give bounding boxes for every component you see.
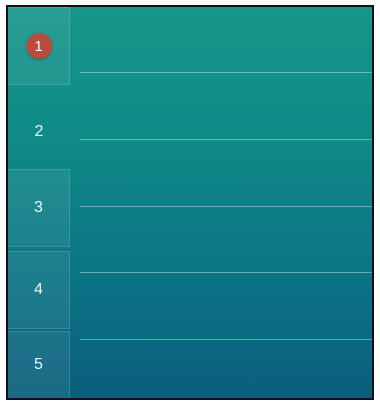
page-tab-label: 2 bbox=[34, 123, 44, 140]
row-divider bbox=[80, 272, 372, 273]
page-tab-label: 4 bbox=[34, 281, 43, 298]
line-key-list bbox=[70, 7, 372, 398]
page-tab-3[interactable]: 3 bbox=[8, 169, 70, 247]
phone-screen: 1 2 3 4 5 bbox=[6, 5, 374, 400]
page-1-badge: 1 bbox=[25, 33, 52, 59]
page-tab-label: 3 bbox=[34, 199, 43, 216]
page-tab-2[interactable]: 2 bbox=[8, 93, 70, 171]
row-divider bbox=[80, 72, 372, 73]
row-divider bbox=[80, 339, 372, 340]
page-tab-5[interactable]: 5 bbox=[8, 331, 70, 398]
page-tab-sidebar: 1 2 3 4 5 bbox=[8, 7, 70, 398]
page-tab-label: 5 bbox=[34, 356, 43, 373]
page-tab-4[interactable]: 4 bbox=[8, 251, 70, 329]
page-tab-1[interactable]: 1 bbox=[8, 7, 70, 85]
row-divider bbox=[80, 206, 372, 207]
row-divider bbox=[80, 139, 372, 140]
